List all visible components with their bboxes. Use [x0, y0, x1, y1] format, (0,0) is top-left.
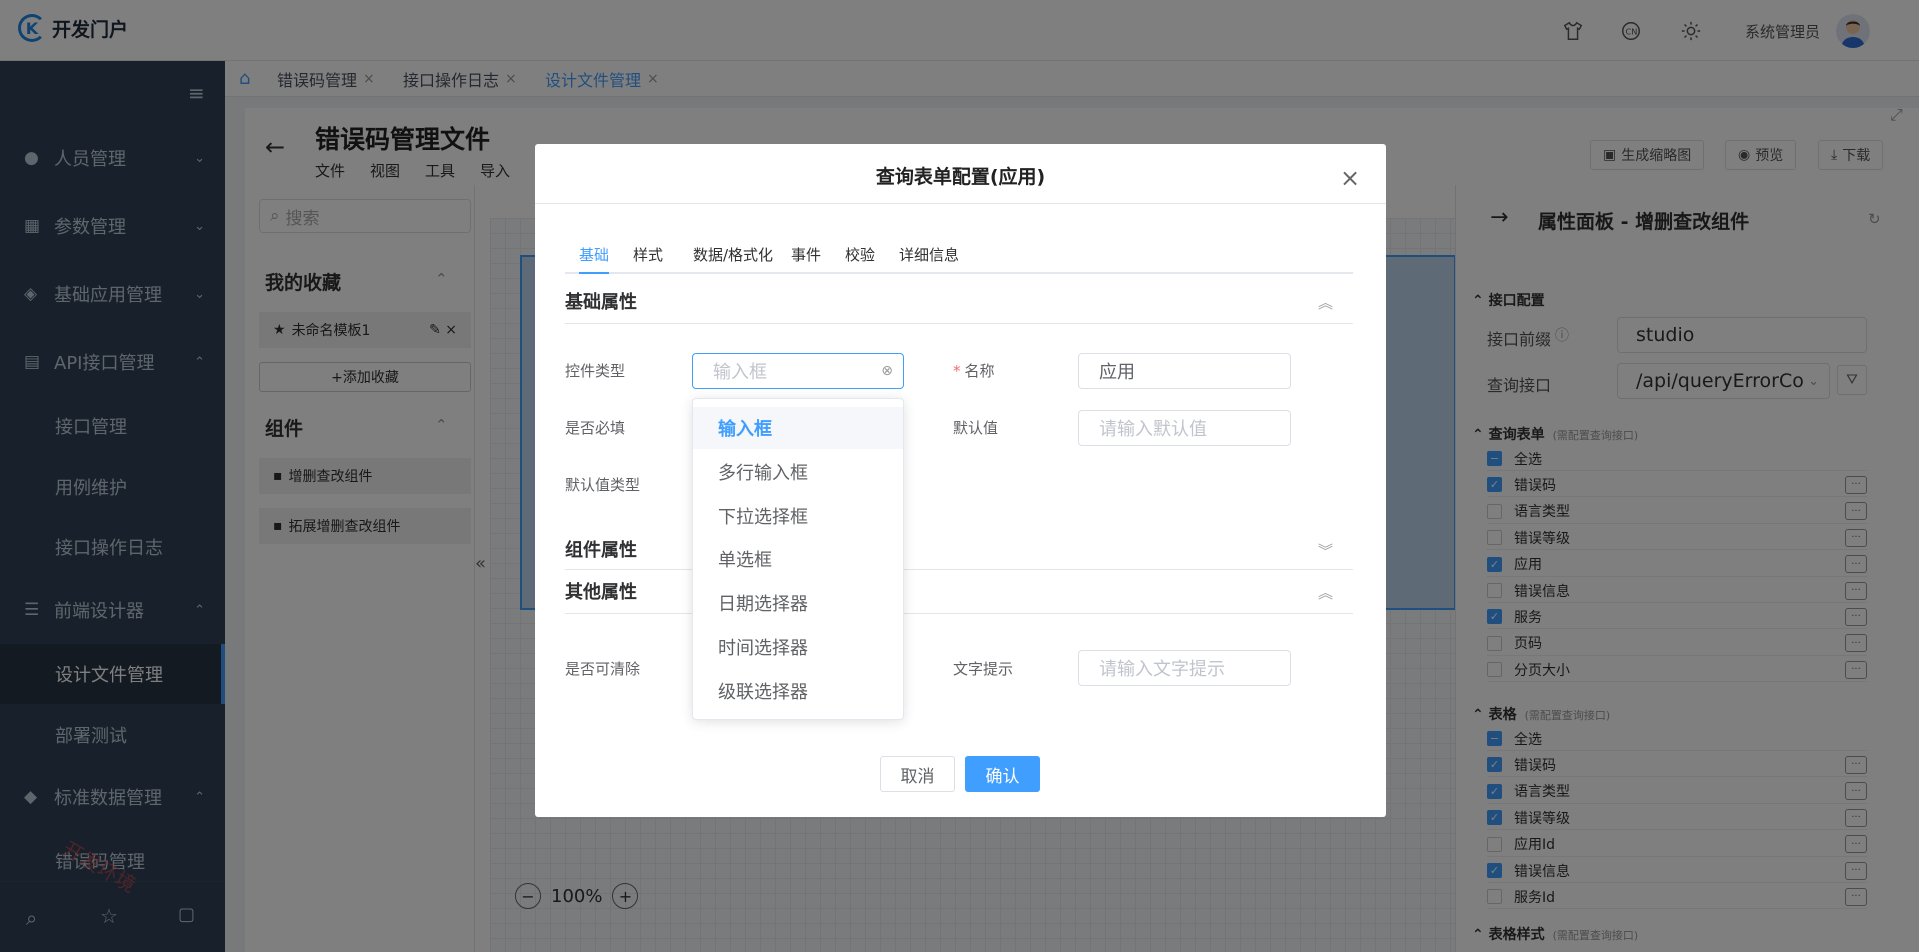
- section-label: 其他属性: [565, 582, 637, 603]
- tab-style[interactable]: 样式: [633, 244, 663, 265]
- dropdown-option[interactable]: 输入框: [693, 407, 903, 449]
- query-form-config-dialog: 查询表单配置(应用) × 基础 样式 数据/格式化 事件 校验 详细信息 基础属…: [535, 144, 1386, 817]
- section-label: 基础属性: [565, 292, 637, 313]
- section-label: 组件属性: [565, 540, 637, 561]
- default-label: 默认值: [953, 419, 999, 437]
- section-component-header[interactable]: 组件属性 ︾: [565, 536, 1353, 570]
- dropdown-option[interactable]: 单选框: [693, 538, 903, 580]
- collapse-up-icon: ︽: [1317, 294, 1333, 312]
- tab-events[interactable]: 事件: [791, 244, 821, 265]
- clear-icon[interactable]: ⊗: [881, 363, 893, 379]
- dropdown-option[interactable]: 级联选择器: [693, 670, 903, 712]
- default-type-label: 默认值类型: [565, 476, 641, 494]
- control-type-select[interactable]: 输入框 ⊗: [692, 353, 904, 389]
- control-type-label: 控件类型: [565, 362, 626, 380]
- tab-basic[interactable]: 基础: [579, 244, 610, 274]
- cancel-button[interactable]: 取消: [880, 756, 955, 792]
- required-mark: *: [953, 362, 961, 380]
- name-input[interactable]: 应用: [1078, 353, 1291, 389]
- hint-input[interactable]: 请输入文字提示: [1078, 650, 1291, 686]
- default-input[interactable]: 请输入默认值: [1078, 410, 1291, 446]
- dialog-title: 查询表单配置(应用): [875, 166, 1046, 188]
- dialog-tabs: 基础 样式 数据/格式化 事件 校验 详细信息: [565, 244, 1353, 274]
- name-label: * 名称: [953, 360, 995, 381]
- divider: [535, 203, 1386, 204]
- dropdown-option[interactable]: 日期选择器: [693, 582, 903, 624]
- expand-down-icon: ︾: [1317, 542, 1333, 560]
- select-placeholder: 输入框: [713, 362, 767, 383]
- dropdown-option[interactable]: 下拉选择框: [693, 495, 903, 537]
- dropdown-option[interactable]: 多行输入框: [693, 451, 903, 493]
- section-basic-header[interactable]: 基础属性 ︽: [565, 288, 1353, 324]
- dropdown-option[interactable]: 时间选择器: [693, 626, 903, 668]
- tab-details[interactable]: 详细信息: [899, 244, 959, 265]
- confirm-button[interactable]: 确认: [965, 756, 1040, 792]
- hint-label: 文字提示: [953, 660, 1014, 678]
- label-text: 名称: [964, 362, 995, 380]
- required-label: 是否必填: [565, 419, 626, 437]
- collapse-up-icon: ︽: [1317, 584, 1333, 602]
- tab-data-format[interactable]: 数据/格式化: [693, 244, 773, 265]
- close-icon[interactable]: ×: [1340, 164, 1360, 192]
- section-other-header[interactable]: 其他属性 ︽: [565, 578, 1353, 614]
- control-type-dropdown: 输入框 多行输入框 下拉选择框 单选框 日期选择器 时间选择器 级联选择器: [692, 398, 904, 720]
- tab-validation[interactable]: 校验: [845, 244, 875, 265]
- clearable-label: 是否可清除: [565, 660, 641, 678]
